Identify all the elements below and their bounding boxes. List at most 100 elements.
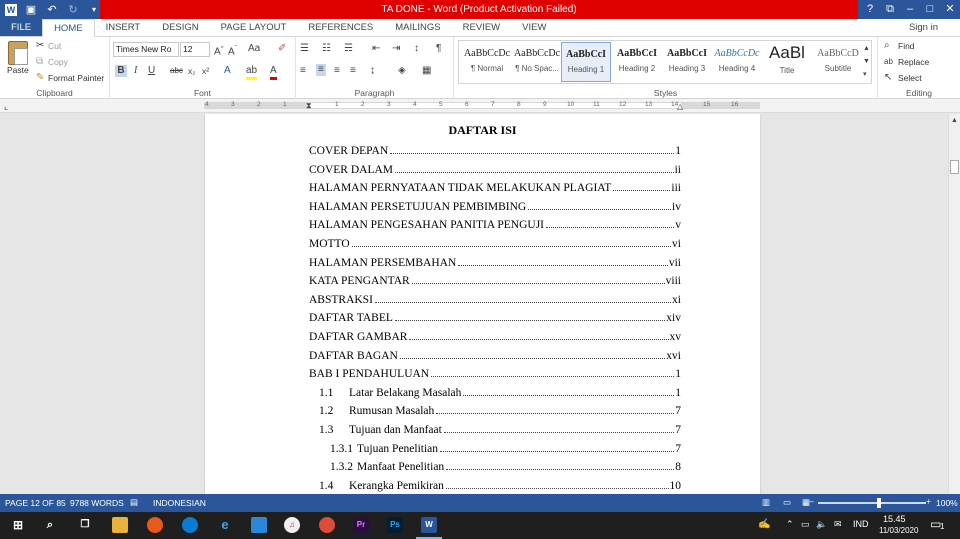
toc-entry[interactable]: COVER DALAM ii xyxy=(309,162,681,176)
bullets-icon[interactable]: ☰ xyxy=(300,43,309,55)
borders-icon[interactable]: ▦ xyxy=(422,65,431,77)
file-explorer-icon[interactable] xyxy=(112,517,128,533)
right-indent-marker-icon[interactable]: △ xyxy=(677,101,683,113)
sign-in-link[interactable]: Sign in xyxy=(909,19,960,36)
paste-icon[interactable] xyxy=(8,41,28,65)
clock-time[interactable]: 15.45 xyxy=(883,514,906,524)
text-effects-icon[interactable]: A xyxy=(224,65,231,77)
chrome-icon[interactable] xyxy=(319,517,335,533)
cut-button[interactable]: Cut xyxy=(48,41,61,51)
shrink-font-icon[interactable]: Aˇ xyxy=(228,43,237,58)
read-mode-icon[interactable]: ▥ xyxy=(762,497,770,508)
style-no-spacing[interactable]: AaBbCcDc ¶ No Spac... xyxy=(512,42,562,82)
tab-mailings[interactable]: MAILINGS xyxy=(384,19,451,36)
maximize-button[interactable]: □ xyxy=(920,0,940,19)
toc-entry[interactable]: 1.3.1 Tujuan Penelitian 7 xyxy=(330,441,681,455)
tab-file[interactable]: FILE xyxy=(0,19,43,36)
style-title[interactable]: AaBl Title xyxy=(762,42,812,82)
zoom-out-icon[interactable]: – xyxy=(809,496,814,506)
zoom-slider[interactable] xyxy=(818,502,926,504)
sort-icon[interactable]: ↕ xyxy=(414,43,419,55)
proofing-icon[interactable]: ▤ xyxy=(130,497,138,508)
grow-font-icon[interactable]: A^ xyxy=(214,43,224,58)
styles-scroll-down-icon[interactable]: ▼ xyxy=(863,56,870,68)
toc-entry[interactable]: 1.3.2 Manfaat Penelitian 8 xyxy=(330,459,681,473)
photoshop-icon[interactable]: Ps xyxy=(387,517,403,533)
toc-entry[interactable]: 1.1 Latar Belakang Masalah 1 xyxy=(319,385,681,399)
start-icon[interactable]: ⊞ xyxy=(10,517,26,533)
toc-entry[interactable]: DAFTAR GAMBAR xv xyxy=(309,329,681,343)
redo-icon[interactable]: ↻ xyxy=(66,3,80,16)
volume-icon[interactable]: 🔈 xyxy=(816,519,827,530)
network-icon[interactable]: ▭ xyxy=(801,519,810,530)
font-name-input[interactable]: Times New Ro xyxy=(113,42,179,57)
indent-marker-icon[interactable]: ⧗ xyxy=(306,100,312,112)
format-painter-button[interactable]: Format Painter xyxy=(48,73,104,83)
select-button[interactable]: Select xyxy=(898,73,922,83)
subscript-button[interactable]: x₂ xyxy=(188,65,196,77)
pen-icon[interactable]: ✍ xyxy=(758,519,770,530)
horizontal-ruler[interactable]: ⌞ 4 3 2 1 1 2 3 4 5 6 7 8 9 10 11 12 13 … xyxy=(0,99,960,113)
customize-icon[interactable]: ▾ xyxy=(87,5,101,14)
undo-icon[interactable]: ↶ xyxy=(45,3,59,16)
edge-icon[interactable]: e xyxy=(217,517,233,533)
toc-entry[interactable]: HALAMAN PERSEMBAHAN vii xyxy=(309,255,681,269)
globe-icon[interactable] xyxy=(182,517,198,533)
style-subtitle[interactable]: AaBbCcD Subtitle xyxy=(813,42,863,82)
task-view-icon[interactable]: ❐ xyxy=(77,517,93,533)
search-icon[interactable]: ⌕ xyxy=(42,517,58,533)
superscript-button[interactable]: x² xyxy=(202,65,209,77)
help-button[interactable]: ? xyxy=(860,0,880,19)
find-button[interactable]: Find xyxy=(898,41,915,51)
chat-icon[interactable]: ✉ xyxy=(834,519,842,530)
paste-button[interactable]: Paste xyxy=(7,65,29,75)
close-button[interactable]: ✕ xyxy=(940,0,960,19)
tab-design[interactable]: DESIGN xyxy=(151,19,209,36)
tab-selector-icon[interactable]: ⌞ xyxy=(4,100,8,112)
show-formatting-icon[interactable]: ¶ xyxy=(436,43,441,55)
style-heading-3[interactable]: AaBbCcI Heading 3 xyxy=(662,42,712,82)
clear-formatting-icon[interactable]: ✐ xyxy=(278,43,286,55)
toc-entry[interactable]: 1.2 Rumusan Masalah 7 xyxy=(319,403,681,417)
style-heading-4[interactable]: AaBbCcDc Heading 4 xyxy=(712,42,762,82)
highlight-icon[interactable]: ab xyxy=(246,65,258,80)
toc-entry[interactable]: DAFTAR TABEL xiv xyxy=(309,310,681,324)
toc-entry[interactable]: HALAMAN PERSETUJUAN PEMBIMBING iv xyxy=(309,199,681,213)
numbering-icon[interactable]: ☷ xyxy=(322,43,331,55)
toc-entry[interactable]: KATA PENGANTAR viii xyxy=(309,273,681,287)
increase-indent-icon[interactable]: ⇥ xyxy=(392,43,400,55)
tab-view[interactable]: VIEW xyxy=(511,19,557,36)
word-taskbar-icon[interactable]: W xyxy=(421,517,437,533)
word-icon[interactable]: W xyxy=(5,3,17,16)
scroll-thumb[interactable] xyxy=(950,160,959,174)
align-center-icon[interactable]: ≡ xyxy=(316,64,326,76)
shading-icon[interactable]: ◈ xyxy=(398,65,406,77)
decrease-indent-icon[interactable]: ⇤ xyxy=(372,43,380,55)
change-case-icon[interactable]: Aa xyxy=(248,43,260,55)
toc-entry[interactable]: MOTTO vi xyxy=(309,236,681,250)
toc-entry[interactable]: HALAMAN PERNYATAAN TIDAK MELAKUKAN PLAGI… xyxy=(309,180,681,194)
align-right-icon[interactable]: ≡ xyxy=(334,65,340,77)
mail-icon[interactable] xyxy=(251,517,267,533)
italic-button[interactable]: I xyxy=(134,65,137,77)
zoom-slider-thumb[interactable] xyxy=(877,498,881,508)
tab-review[interactable]: REVIEW xyxy=(452,19,511,36)
music-icon[interactable]: ♫ xyxy=(284,517,300,533)
page-count[interactable]: PAGE 12 OF 85 xyxy=(5,498,66,508)
toc-entry[interactable]: HALAMAN PENGESAHAN PANITIA PENGUJI v xyxy=(309,217,681,231)
toc-entry[interactable]: BAB I PENDAHULUAN 1 xyxy=(309,366,681,380)
line-spacing-icon[interactable]: ↨ xyxy=(370,65,375,77)
input-language[interactable]: IND xyxy=(853,519,869,529)
styles-more-icon[interactable]: ▾ xyxy=(863,69,867,81)
ribbon-display-button[interactable]: ⧉ xyxy=(880,0,900,19)
zoom-level[interactable]: 100% xyxy=(936,498,958,508)
minimize-button[interactable]: – xyxy=(900,0,920,19)
language-indicator[interactable]: INDONESIAN xyxy=(153,498,206,508)
tab-page-layout[interactable]: PAGE LAYOUT xyxy=(210,19,298,36)
align-left-icon[interactable]: ≡ xyxy=(300,65,306,77)
underline-button[interactable]: U xyxy=(148,65,155,77)
document-page[interactable]: DAFTAR ISI COVER DEPAN 1 COVER DALAM ii HALA… xyxy=(205,114,760,494)
tab-insert[interactable]: INSERT xyxy=(95,19,152,36)
firefox-icon[interactable] xyxy=(147,517,163,533)
replace-button[interactable]: Replace xyxy=(898,57,929,67)
